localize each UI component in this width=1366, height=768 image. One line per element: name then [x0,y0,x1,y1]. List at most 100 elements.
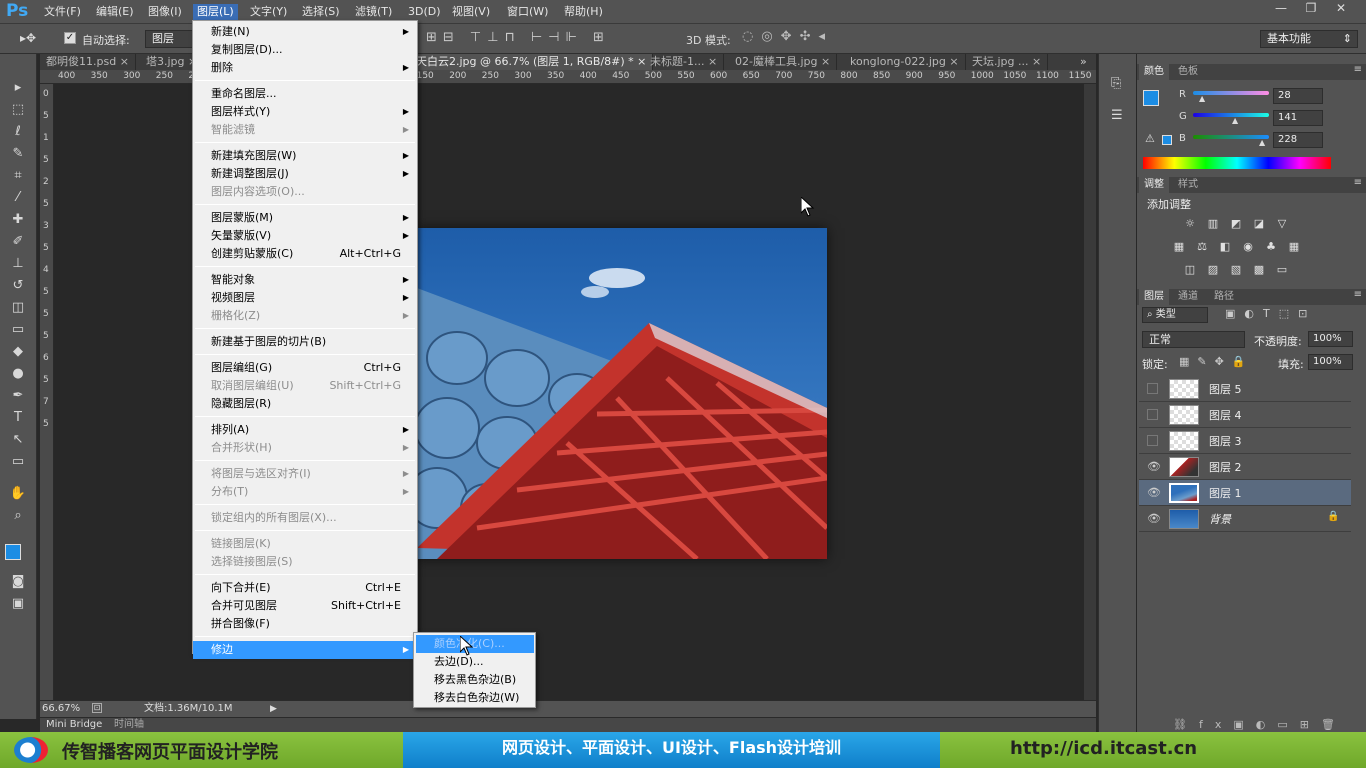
layer-menu-item[interactable]: 合并可见图层 Shift+Ctrl+E [193,597,417,615]
layer-menu-item[interactable]: 智能对象 ▶ [193,271,417,289]
layer-menu-item[interactable]: 图层蒙版(M) ▶ [193,209,417,227]
quick-select-tool-icon[interactable]: ✎ [6,144,30,164]
menu-image[interactable]: 图像(I) [144,4,186,20]
opacity-value[interactable]: 100% [1308,331,1353,347]
menu-type[interactable]: 文字(Y) [246,4,291,20]
close-button[interactable]: ✕ [1326,0,1356,18]
close-icon[interactable]: × [1032,55,1041,68]
restore-button[interactable]: ❐ [1296,0,1326,18]
eye-icon[interactable]: 👁 [1147,460,1161,473]
menu-view[interactable]: 视图(V) [448,4,494,20]
tab-swatches[interactable]: 色板 [1173,64,1203,80]
posterize-icon[interactable]: ▨ [1205,263,1221,277]
vertical-scrollbar[interactable] [1084,84,1096,700]
tab-timeline[interactable]: 时间轴 [114,718,144,732]
tab-doc-4[interactable]: 未标题-1... × [644,54,725,70]
type-tool-icon[interactable]: T [6,408,30,428]
layer-menu-item[interactable]: 重命名图层... [193,85,417,103]
close-icon[interactable]: × [120,55,129,68]
menu-item-color-decontaminate[interactable]: 颜色净化(C)... [416,635,534,653]
layer-menu-item[interactable]: 视频图层 ▶ [193,289,417,307]
close-icon[interactable]: × [949,55,958,68]
auto-select-checkbox[interactable]: ✓ [64,32,76,44]
blend-mode-dropdown[interactable]: 正常 [1142,331,1245,348]
auto-select-dropdown[interactable]: 图层 [145,30,195,48]
move-tool-preset-icon[interactable]: ▸✥ [20,31,36,45]
color-balance-icon[interactable]: ⚖ [1194,240,1210,254]
r-slider-handle-icon[interactable]: ▲ [1199,94,1205,103]
layer-filter-dropdown[interactable]: ⌕ 类型 [1142,307,1208,323]
eraser-tool-icon[interactable]: ◫ [6,298,30,318]
layer-menu-item[interactable]: 创建剪贴蒙版(C) Alt+Ctrl+G [193,245,417,263]
menu-3d[interactable]: 3D(D) [404,4,445,20]
tabs-overflow-icon[interactable]: » [1080,54,1087,70]
selective-color-icon[interactable]: ▩ [1251,263,1267,277]
layer-filter-icons[interactable]: ▣◐T⬚⊡ [1225,307,1316,320]
gradient-map-icon[interactable]: ▭ [1274,263,1290,277]
foreground-color-swatch[interactable] [5,544,21,560]
tab-layers[interactable]: 图层 [1139,289,1169,305]
gamut-warning-icon[interactable]: ⚠ [1145,132,1155,145]
clone-stamp-icon[interactable]: ⊥ [6,254,30,274]
tab-doc-active[interactable]: 天白云2.jpg @ 66.7% (图层 1, RGB/8#) * × [410,54,654,70]
layer-name[interactable]: 图层 2 [1209,459,1242,475]
r-value[interactable]: 28 [1273,88,1323,104]
color-spectrum-bar[interactable] [1143,157,1331,169]
levels-icon[interactable]: ▥ [1205,217,1221,231]
panel-menu-icon[interactable]: ≡ [1354,289,1362,300]
brush-tool-icon[interactable]: ✐ [6,232,30,252]
b-slider-handle-icon[interactable]: ▲ [1259,138,1265,147]
zoom-level[interactable]: 66.67% [42,701,80,717]
layer-menu-item[interactable]: 隐藏图层(R) [193,395,417,413]
layer-row[interactable]: 👁 背景 🔒 [1139,506,1351,532]
healing-brush-icon[interactable]: ✚ [6,210,30,230]
gradient-tool-icon[interactable]: ▭ [6,320,30,340]
minimize-button[interactable]: — [1266,0,1296,18]
b-value[interactable]: 228 [1273,132,1323,148]
crop-tool-icon[interactable]: ⌗ [6,166,30,186]
history-brush-icon[interactable]: ↺ [6,276,30,296]
layers-footer-icons[interactable]: ⛓fx▣◐▭⊞🗑 [1173,718,1347,731]
layer-menu-item[interactable]: 新建(N) ▶ [193,23,417,41]
menu-file[interactable]: 文件(F) [40,4,85,20]
g-slider-handle-icon[interactable]: ▲ [1232,116,1238,125]
zoom-tool-icon[interactable]: ⌕ [6,506,30,526]
curves-icon[interactable]: ◩ [1228,217,1244,231]
panel-menu-icon[interactable]: ≡ [1354,64,1362,75]
layer-menu-item[interactable]: 新建调整图层(J) ▶ [193,165,417,183]
3d-mode-icons[interactable]: ◌◎✥✣◂ [742,29,833,44]
layer-menu-item[interactable]: 图层编组(G) Ctrl+G [193,359,417,377]
tab-channels[interactable]: 通道 [1173,289,1203,305]
tab-color[interactable]: 颜色 [1139,64,1169,80]
b-slider[interactable] [1193,135,1269,139]
eyedropper-tool-icon[interactable]: ⁄ [6,188,30,208]
move-tool-icon[interactable]: ▸ [6,78,30,98]
layer-menu-item[interactable]: 图层样式(Y) ▶ [193,103,417,121]
layer-menu-item[interactable]: 修边 ▶ [193,641,417,659]
layer-row-selected[interactable]: 👁 图层 1 [1139,480,1351,506]
fill-value[interactable]: 100% [1308,354,1353,370]
layer-name[interactable]: 图层 4 [1209,407,1242,423]
tab-paths[interactable]: 路径 [1209,289,1239,305]
marquee-tool-icon[interactable]: ⬚ [6,100,30,120]
vibrance-icon[interactable]: ▽ [1274,217,1290,231]
path-select-icon[interactable]: ↖ [6,430,30,450]
blur-tool-icon[interactable]: ◆ [6,342,30,362]
close-icon[interactable]: × [708,55,717,68]
tab-styles[interactable]: 样式 [1173,177,1203,193]
threshold-icon[interactable]: ▧ [1228,263,1244,277]
hue-saturation-icon[interactable]: ▦ [1171,240,1187,254]
layer-row[interactable]: 👁 图层 2 [1139,454,1351,480]
hand-tool-icon[interactable]: ✋ [6,484,30,504]
tab-doc-6[interactable]: konglong-022.jpg × [844,54,966,70]
tab-doc-1[interactable]: 都明俊11.psd × [40,54,136,70]
layer-menu-item[interactable]: 拼合图像(F) [193,615,417,633]
preview-icon[interactable]: ⊡ [92,703,102,713]
layer-menu-item[interactable]: 删除 ▶ [193,59,417,77]
visibility-toggle[interactable] [1147,435,1158,446]
menu-item-remove-white-matte[interactable]: 移去白色杂边(W) [416,689,534,707]
menu-filter[interactable]: 滤镜(T) [351,4,396,20]
status-menu-arrow-icon[interactable]: ▶ [270,701,277,717]
layer-menu-item[interactable]: 新建填充图层(W) ▶ [193,147,417,165]
tab-adjustments[interactable]: 调整 [1139,177,1169,193]
